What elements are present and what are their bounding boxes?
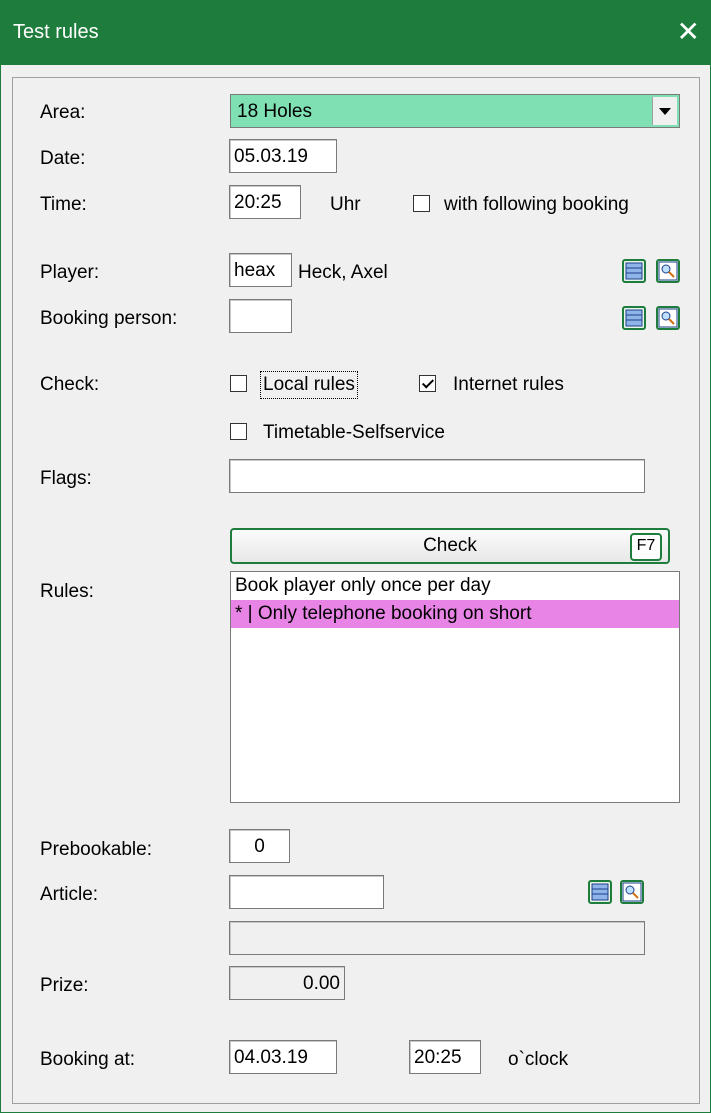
prebookable-field[interactable]: 0 bbox=[229, 829, 290, 863]
booking-at-date-field[interactable]: 04.03.19 bbox=[229, 1040, 337, 1074]
rules-list[interactable]: Book player only once per day * | Only t… bbox=[230, 571, 680, 803]
booking-at-unit: o`clock bbox=[508, 1049, 569, 1070]
time-unit: Uhr bbox=[330, 194, 361, 215]
internet-rules-checkbox[interactable] bbox=[419, 375, 436, 392]
window-title: Test rules bbox=[13, 21, 99, 43]
flags-label: Flags: bbox=[40, 468, 92, 489]
dialog-window: Test rules ✕ Area: 18 Holes Date: 05.03.… bbox=[0, 0, 711, 1113]
search-icon[interactable] bbox=[656, 259, 680, 283]
shortcut-badge: F7 bbox=[630, 533, 662, 561]
time-field[interactable]: 20:25 bbox=[229, 185, 301, 219]
list-icon[interactable] bbox=[588, 880, 612, 904]
list-icon[interactable] bbox=[622, 259, 646, 283]
date-field[interactable]: 05.03.19 bbox=[229, 139, 337, 173]
list-icon[interactable] bbox=[622, 306, 646, 330]
search-icon[interactable] bbox=[656, 306, 680, 330]
following-booking-label: with following booking bbox=[444, 194, 629, 215]
booking-person-label: Booking person: bbox=[40, 308, 178, 329]
check-label: Check: bbox=[40, 374, 100, 395]
close-icon[interactable]: ✕ bbox=[677, 15, 700, 49]
article-field[interactable] bbox=[229, 875, 384, 909]
article-description-field bbox=[229, 921, 645, 955]
title-bar: Test rules ✕ bbox=[1, 1, 710, 65]
prize-label: Prize: bbox=[40, 975, 89, 996]
prebookable-label: Prebookable: bbox=[40, 839, 152, 860]
check-button-label: Check bbox=[423, 535, 477, 556]
following-booking-checkbox[interactable] bbox=[413, 195, 430, 212]
booking-at-time-field[interactable]: 20:25 bbox=[409, 1040, 481, 1074]
area-select[interactable]: 18 Holes bbox=[230, 94, 680, 128]
area-label: Area: bbox=[40, 102, 86, 123]
player-label: Player: bbox=[40, 262, 100, 283]
booking-at-label: Booking at: bbox=[40, 1049, 136, 1070]
list-item[interactable]: Book player only once per day bbox=[231, 572, 679, 600]
time-label: Time: bbox=[40, 194, 87, 215]
booking-person-field[interactable] bbox=[229, 299, 292, 333]
local-rules-label: Local rules bbox=[260, 371, 358, 399]
rules-label: Rules: bbox=[40, 581, 94, 602]
local-rules-checkbox[interactable] bbox=[230, 375, 247, 392]
internet-rules-label: Internet rules bbox=[453, 374, 564, 395]
prize-field: 0.00 bbox=[229, 966, 345, 1000]
player-code-field[interactable]: heax bbox=[229, 253, 292, 287]
article-label: Article: bbox=[40, 884, 99, 905]
date-label: Date: bbox=[40, 148, 86, 169]
timetable-selfservice-label: Timetable-Selfservice bbox=[263, 422, 445, 443]
chevron-down-icon[interactable] bbox=[652, 97, 677, 125]
timetable-selfservice-checkbox[interactable] bbox=[230, 423, 247, 440]
area-value: 18 Holes bbox=[237, 101, 312, 122]
list-item[interactable]: * | Only telephone booking on short bbox=[231, 600, 679, 628]
check-button[interactable]: Check F7 bbox=[230, 528, 670, 564]
flags-field[interactable] bbox=[229, 459, 645, 493]
search-icon[interactable] bbox=[620, 880, 644, 904]
player-name: Heck, Axel bbox=[298, 262, 388, 283]
